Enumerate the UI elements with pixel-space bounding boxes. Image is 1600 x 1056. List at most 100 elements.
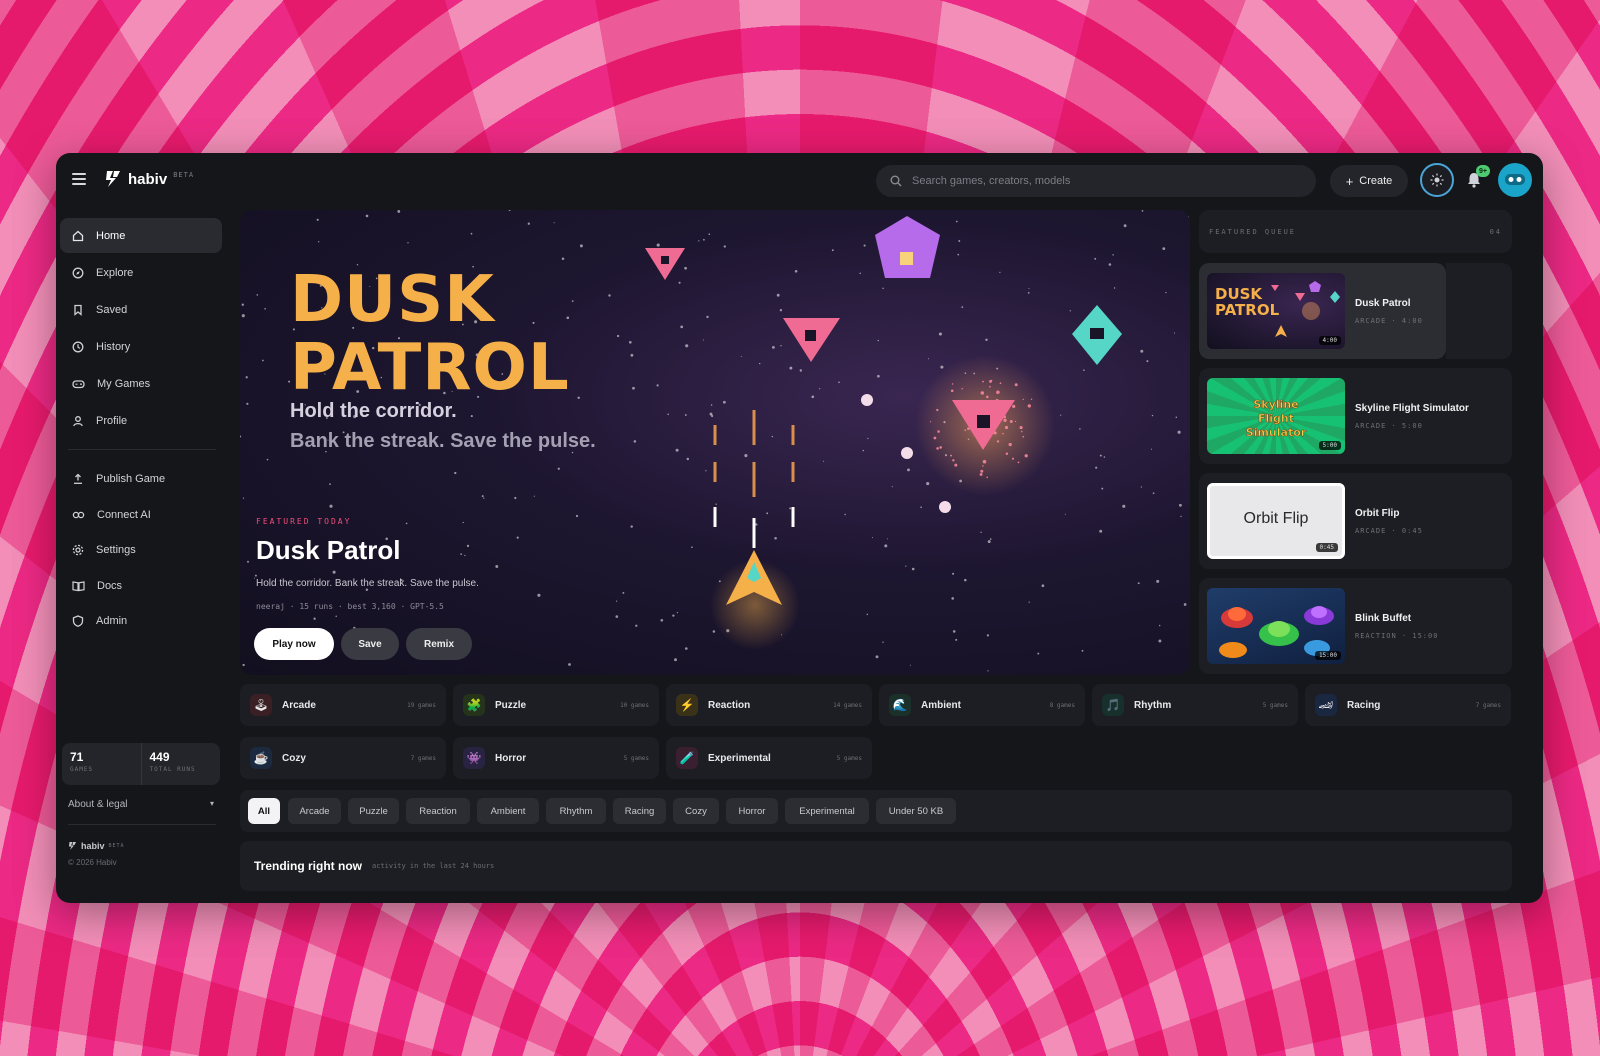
cup-icon: ☕ xyxy=(250,747,272,769)
sidebar-item-docs[interactable]: Docs xyxy=(60,568,222,603)
notifications-button[interactable]: 9+ xyxy=(1466,165,1490,191)
star xyxy=(454,471,457,475)
star xyxy=(686,457,690,461)
category-reaction[interactable]: ⚡ Reaction 14 games xyxy=(666,684,872,726)
sidebar-item-admin[interactable]: Admin xyxy=(60,603,222,638)
stats-panel: 71 GAMES 449 TOTAL RUNS xyxy=(62,743,220,785)
star xyxy=(706,315,709,319)
filter-chip-puzzle[interactable]: Puzzle xyxy=(348,798,399,824)
sidebar-item-my-games[interactable]: My Games xyxy=(60,366,222,401)
play-now-button[interactable]: Play now xyxy=(254,628,334,660)
category-count: 19 games xyxy=(407,701,436,709)
filter-chip-all[interactable]: All xyxy=(248,798,280,824)
filter-chip-reaction[interactable]: Reaction xyxy=(406,798,470,824)
star xyxy=(672,614,675,617)
star xyxy=(1083,369,1085,371)
avatar-face-icon xyxy=(1505,174,1525,185)
star xyxy=(789,507,792,510)
create-button[interactable]: + Create xyxy=(1330,165,1408,197)
search-input[interactable] xyxy=(912,175,1292,187)
hamburger-menu-icon[interactable] xyxy=(72,173,86,185)
star xyxy=(1069,310,1071,312)
spark xyxy=(950,454,952,457)
star xyxy=(955,220,958,223)
queue-item-skyline-flight-simulator[interactable]: Skyline Flight Simulator 5:00 Skyline Fl… xyxy=(1199,368,1512,464)
category-puzzle[interactable]: 🧩 Puzzle 10 games xyxy=(453,684,659,726)
logo-mark-icon xyxy=(104,169,122,189)
logo[interactable]: habiv BETA xyxy=(104,169,194,189)
star xyxy=(999,271,1001,274)
star xyxy=(667,413,669,416)
about-legal-toggle[interactable]: About & legal ▾ xyxy=(68,799,214,810)
category-count: 7 games xyxy=(1475,701,1501,709)
category-arcade[interactable]: 🕹 Arcade 19 games xyxy=(240,684,446,726)
filter-chip-cozy[interactable]: Cozy xyxy=(673,798,719,824)
sidebar-item-explore[interactable]: Explore xyxy=(60,255,222,290)
filter-chip-experimental[interactable]: Experimental xyxy=(785,798,869,824)
spark xyxy=(1030,398,1033,401)
filter-chip-under-50kb[interactable]: Under 50 KB xyxy=(876,798,956,824)
queue-item-orbit-flip[interactable]: Orbit Flip 0:45 Orbit Flip ARCADE · 0:45 xyxy=(1199,473,1512,569)
featured-meta: neeraj · 15 runs · best 3,160 · GPT-5.5 xyxy=(256,602,444,611)
sidebar: Home Explore Saved History My Games Prof… xyxy=(56,207,232,903)
star xyxy=(365,214,369,218)
star xyxy=(1027,292,1030,294)
filter-chip-rhythm[interactable]: Rhythm xyxy=(546,798,606,824)
sidebar-item-settings[interactable]: Settings xyxy=(60,532,222,567)
filter-chip-horror[interactable]: Horror xyxy=(726,798,778,824)
puzzle-icon: 🧩 xyxy=(463,694,485,716)
sidebar-item-history[interactable]: History xyxy=(60,329,222,364)
spark xyxy=(951,383,954,385)
queue-item-dusk-patrol[interactable]: DUSK PATROL 4:00 Dusk Patrol ARCADE · 4:… xyxy=(1199,263,1512,359)
category-horror[interactable]: 👾 Horror 5 games xyxy=(453,737,659,779)
sidebar-item-connect-ai[interactable]: Connect AI xyxy=(60,497,222,532)
star xyxy=(508,210,511,211)
star xyxy=(844,513,846,516)
filter-chip-racing[interactable]: Racing xyxy=(613,798,666,824)
logo-text: habiv xyxy=(128,170,168,188)
star xyxy=(240,435,242,438)
sidebar-item-saved[interactable]: Saved xyxy=(60,292,222,327)
star xyxy=(527,222,530,225)
stat-value: 449 xyxy=(149,750,170,764)
save-button[interactable]: Save xyxy=(341,628,399,660)
spark xyxy=(982,465,984,467)
star xyxy=(242,497,245,499)
star xyxy=(405,522,408,525)
stat-value: 71 xyxy=(70,750,84,764)
spark xyxy=(961,387,963,390)
category-experimental[interactable]: 🧪 Experimental 5 games xyxy=(666,737,872,779)
queue-item-meta: REACTION · 15:00 xyxy=(1355,631,1439,640)
theme-toggle-button[interactable] xyxy=(1420,163,1454,197)
star xyxy=(940,365,944,369)
star xyxy=(335,615,337,618)
remix-button[interactable]: Remix xyxy=(406,628,472,660)
star xyxy=(470,232,473,235)
category-racing[interactable]: 🏎 Racing 7 games xyxy=(1305,684,1511,726)
category-cozy[interactable]: ☕ Cozy 7 games xyxy=(240,737,446,779)
star xyxy=(1162,247,1166,251)
star xyxy=(1037,652,1040,655)
star xyxy=(877,374,880,378)
category-ambient[interactable]: 🌊 Ambient 8 games xyxy=(879,684,1085,726)
hero-banner[interactable]: DUSK PATROL Hold the corridor. Bank the … xyxy=(240,210,1190,675)
star xyxy=(632,386,635,390)
featured-description: Hold the corridor. Bank the streak. Save… xyxy=(256,578,479,589)
category-rhythm[interactable]: 🎵 Rhythm 5 games xyxy=(1092,684,1298,726)
sidebar-item-profile[interactable]: Profile xyxy=(60,403,222,438)
star xyxy=(710,404,713,406)
filter-chip-ambient[interactable]: Ambient xyxy=(477,798,539,824)
spark xyxy=(1021,430,1023,433)
sidebar-item-label: Home xyxy=(96,229,126,242)
queue-item-blink-buffet[interactable]: 15:00 Blink Buffet REACTION · 15:00 xyxy=(1199,578,1512,674)
star xyxy=(789,366,793,370)
avatar[interactable] xyxy=(1498,163,1532,197)
filter-chip-arcade[interactable]: Arcade xyxy=(288,798,341,824)
search-bar[interactable] xyxy=(876,165,1316,197)
star xyxy=(1158,639,1162,643)
sidebar-item-publish-game[interactable]: Publish Game xyxy=(60,461,222,496)
sidebar-item-home[interactable]: Home xyxy=(60,218,222,253)
star xyxy=(799,369,802,372)
app-window: habiv BETA + Create 9+ Home Ex xyxy=(56,153,1543,903)
star xyxy=(616,334,620,338)
